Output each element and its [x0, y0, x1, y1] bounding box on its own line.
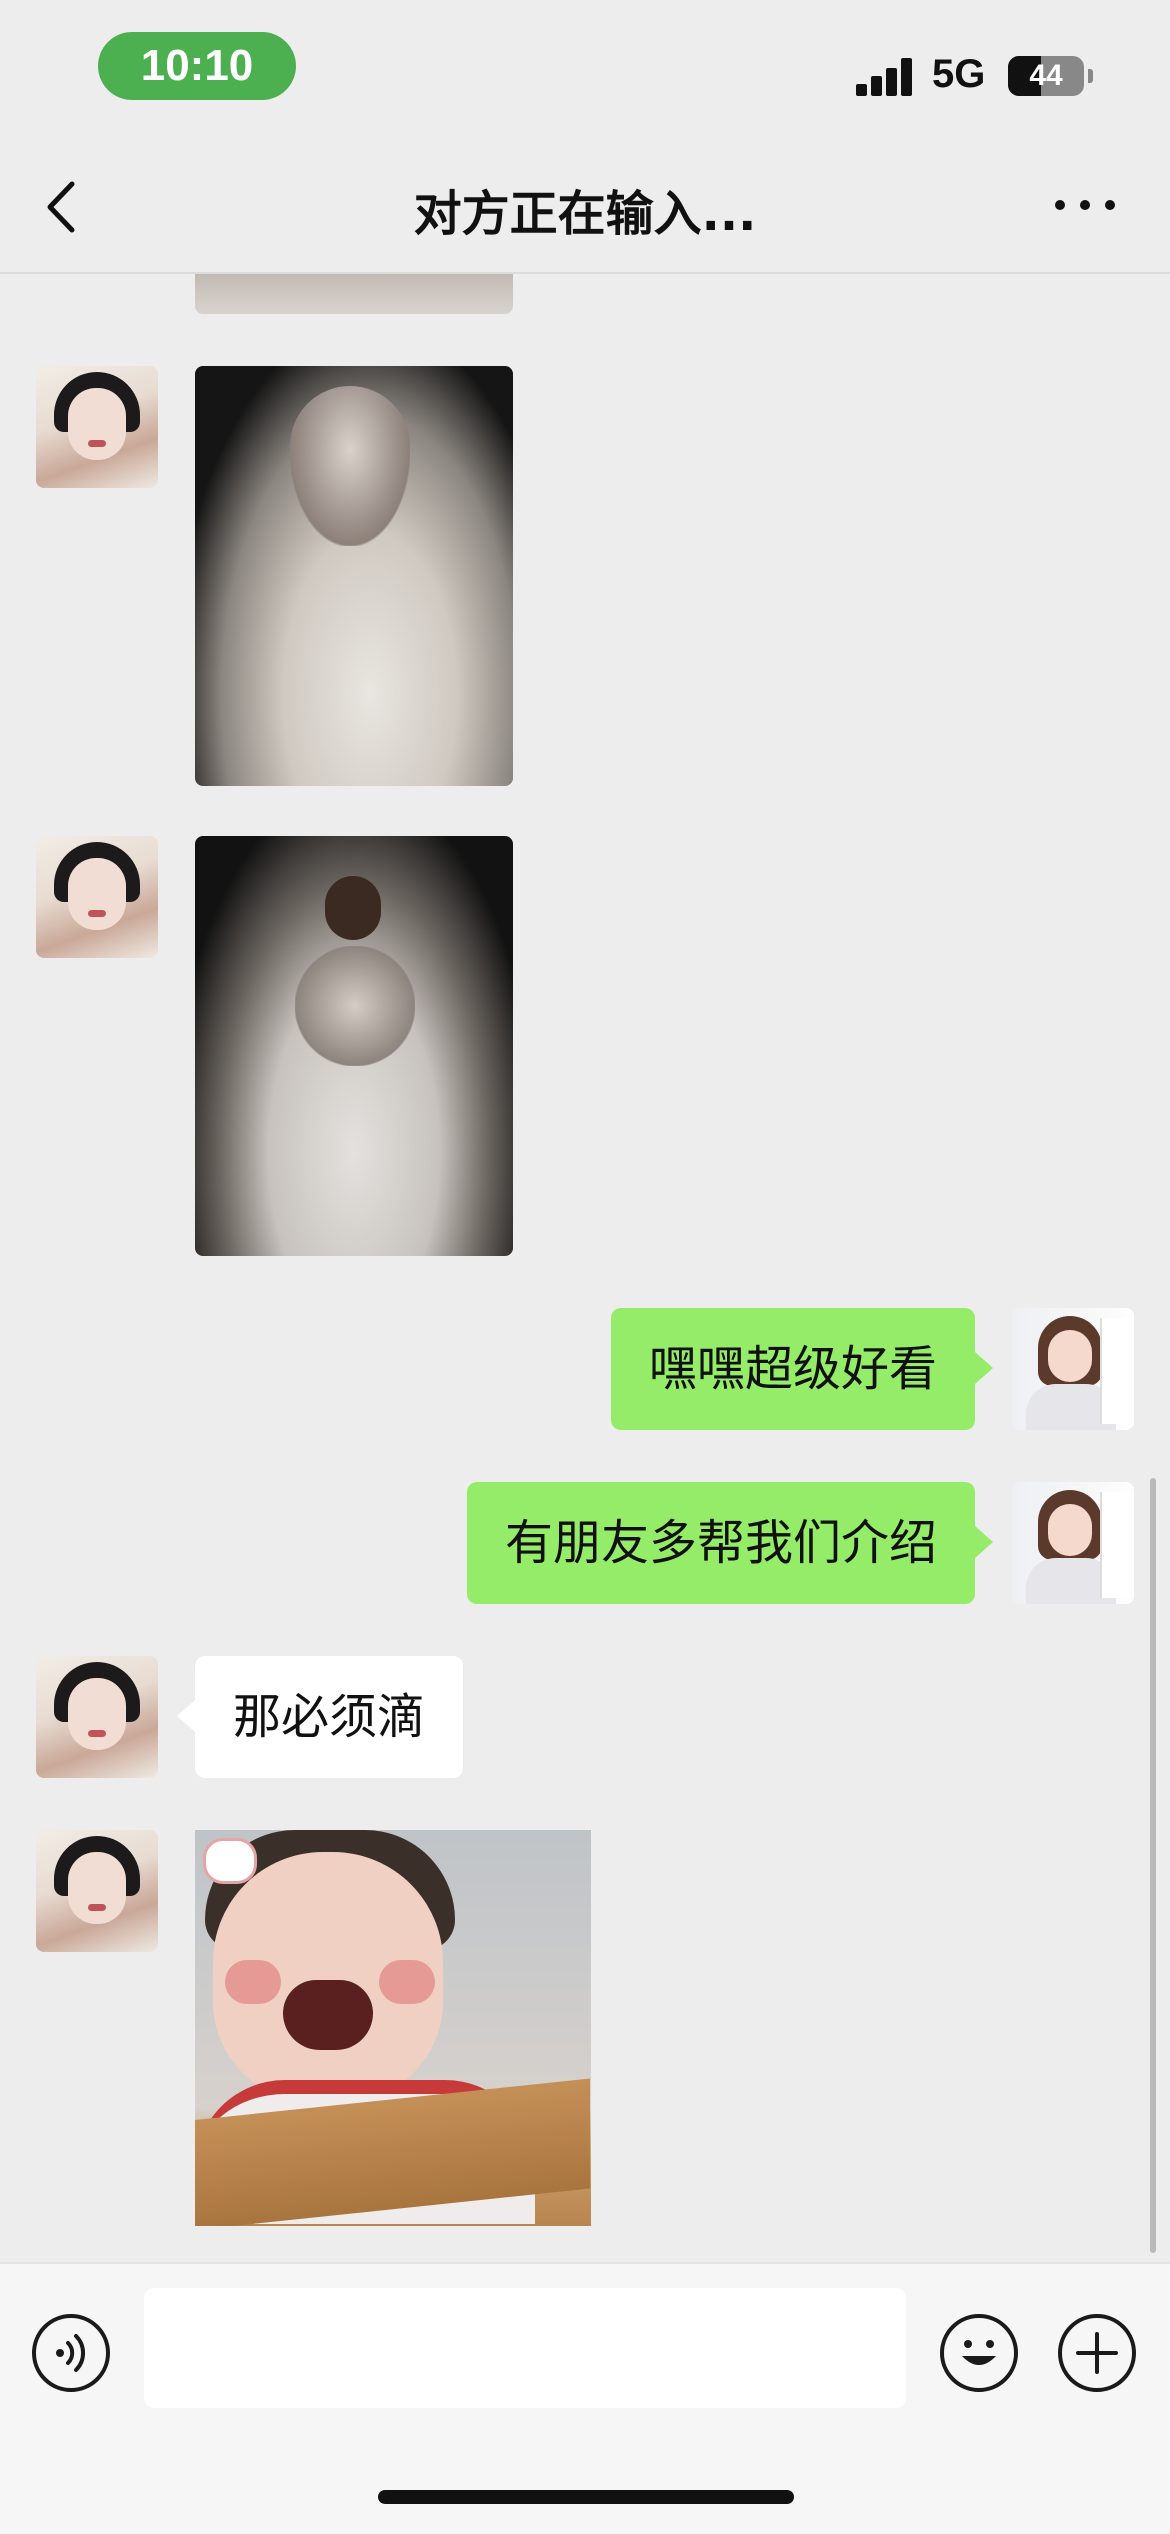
more-button[interactable]: [1050, 180, 1120, 230]
message-bubble-outgoing[interactable]: 有朋友多帮我们介绍: [466, 1482, 994, 1604]
contact-avatar[interactable]: [36, 836, 158, 958]
more-dots-icon: [1055, 200, 1115, 210]
chat-scrollbar[interactable]: [1150, 1478, 1156, 2253]
network-type: 5G: [932, 52, 986, 96]
contact-avatar[interactable]: [36, 1830, 158, 1952]
message-input[interactable]: [144, 2288, 906, 2408]
message-bubble-incoming[interactable]: 那必须滴: [176, 1656, 464, 1778]
battery-level: 44: [1029, 59, 1063, 92]
message-bubble-outgoing[interactable]: 嘿嘿超级好看: [610, 1308, 994, 1430]
home-indicator[interactable]: [378, 2490, 794, 2504]
contact-avatar[interactable]: [36, 1656, 158, 1778]
my-avatar[interactable]: [1012, 1482, 1134, 1604]
emoji-button[interactable]: [940, 2314, 1018, 2392]
image-message-wedding-dress-back[interactable]: [195, 366, 513, 786]
signal-icon: [856, 58, 914, 96]
emoji-icon: [962, 2340, 996, 2365]
image-message-wedding-dress-seated[interactable]: [195, 836, 513, 1256]
status-time: 10:10: [98, 32, 296, 100]
voice-button[interactable]: [32, 2314, 110, 2392]
plus-button[interactable]: [1058, 2314, 1136, 2392]
bear-sticker-icon: [203, 1838, 257, 1884]
contact-avatar[interactable]: [36, 366, 158, 488]
plus-icon: [1076, 2332, 1118, 2374]
battery-icon: 44: [1008, 56, 1084, 96]
voice-icon: [56, 2334, 86, 2372]
nav-bar: 对方正在输入...: [0, 140, 1170, 274]
chat-area[interactable]: 嘿嘿超级好看 有朋友多帮我们介绍 那必须滴: [0, 274, 1170, 2262]
chat-title: 对方正在输入...: [413, 186, 757, 242]
my-avatar[interactable]: [1012, 1308, 1134, 1430]
sticker-message-baby-laughing[interactable]: [195, 1830, 591, 2226]
status-bar: 10:10 5G 44: [0, 0, 1170, 140]
battery-tip: [1088, 69, 1093, 83]
image-message-wedding-dress-partial[interactable]: [195, 274, 513, 314]
